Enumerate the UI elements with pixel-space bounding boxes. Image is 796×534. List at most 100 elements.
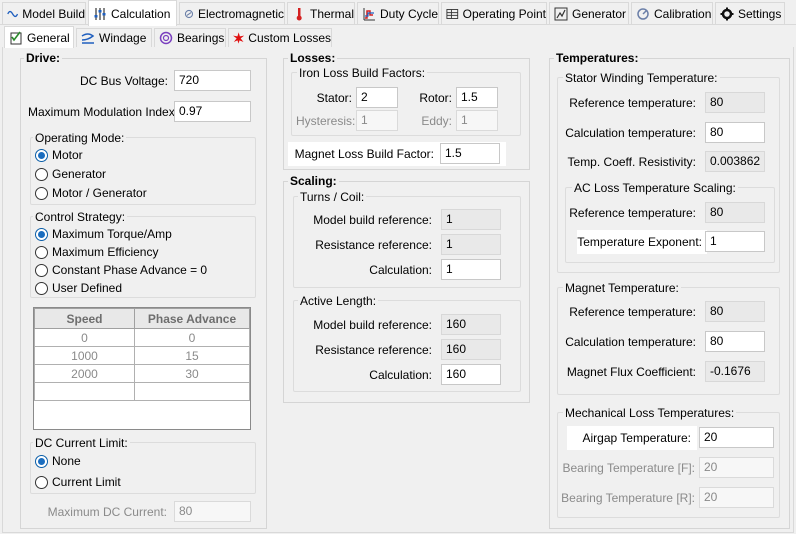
generator-icon (554, 7, 568, 20)
tab-label: Settings (738, 6, 782, 21)
tab-duty-cycle[interactable]: Duty Cycle (357, 2, 439, 24)
tab-generator[interactable]: Generator (549, 2, 629, 24)
mg-reference-value: 80 (705, 301, 765, 322)
subtab-general[interactable]: General (4, 26, 74, 48)
turns-model-value: 1 (441, 209, 501, 230)
iron-loss-title: Iron Loss Build Factors: (297, 66, 428, 80)
stator-winding-title: Stator Winding Temperature: (563, 71, 720, 85)
ac-exponent-label: Temperature Exponent: (577, 235, 702, 249)
losses-title: Losses: (288, 51, 338, 65)
scaling-title: Scaling: (288, 174, 339, 188)
table-cell[interactable]: 30 (134, 364, 250, 383)
sliders-icon (94, 7, 106, 20)
subtab-label: Windage (99, 31, 147, 45)
table-row[interactable]: 1000 15 (34, 346, 250, 365)
active-length-title: Active Length: (298, 294, 379, 308)
table-cell[interactable] (34, 382, 135, 401)
column-header-phase-advance: Phase Advance (134, 308, 250, 329)
subtab-label: General (27, 30, 70, 45)
radio-indicator (35, 281, 48, 295)
active-resistance-value: 160 (441, 339, 501, 360)
gear-icon (720, 7, 734, 20)
radio-indicator (35, 167, 48, 181)
subtab-bearings[interactable]: Bearings (154, 28, 226, 47)
radio-none[interactable]: None (35, 454, 81, 468)
radio-max-efficiency[interactable]: Maximum Efficiency (35, 245, 158, 259)
table-cell[interactable]: 2000 (34, 364, 135, 383)
ac-reference-value: 80 (705, 202, 765, 223)
hysteresis-input[interactable]: 1 (356, 110, 398, 131)
bearing-rear-input[interactable]: 20 (699, 487, 774, 508)
tab-label: Duty Cycle (379, 6, 438, 21)
radio-constant-phase-advance[interactable]: Constant Phase Advance = 0 (35, 263, 207, 277)
duty-cycle-icon (363, 7, 375, 20)
phase-advance-table: Speed Phase Advance 0 0 1000 15 2000 30 (34, 308, 250, 401)
table-cell[interactable]: 0 (34, 328, 135, 347)
radio-label: Generator (52, 167, 107, 181)
tab-operating-point[interactable]: Operating Point (441, 2, 547, 24)
table-cell[interactable]: 0 (134, 328, 250, 347)
tab-label: Operating Point (462, 6, 546, 21)
bearing-front-label: Bearing Temperature [F]: (562, 461, 695, 475)
subtab-label: Custom Losses (248, 31, 331, 45)
table-row[interactable]: 0 0 (34, 328, 250, 347)
eddy-input[interactable]: 1 (456, 110, 498, 131)
temperatures-title: Temperatures: (554, 51, 641, 65)
radio-label: Maximum Efficiency (52, 245, 159, 259)
magnet-temperature-title: Magnet Temperature: (563, 281, 681, 295)
airgap-label: Airgap Temperature: (582, 431, 691, 445)
mg-calculation-input[interactable]: 80 (705, 331, 765, 352)
hysteresis-label: Hysteresis: (296, 114, 356, 128)
tab-electromagnetic[interactable]: Electromagnetic (179, 2, 285, 24)
magnet-loss-input[interactable]: 1.5 (440, 143, 500, 164)
radio-motor[interactable]: Motor (35, 148, 83, 162)
table-row-empty[interactable] (34, 382, 250, 401)
table-cell[interactable]: 1000 (34, 346, 135, 365)
stator-factor-input[interactable]: 2 (356, 87, 398, 108)
table-row[interactable]: 2000 30 (34, 364, 250, 383)
radio-label: None (52, 454, 81, 468)
radio-current-limit[interactable]: Current Limit (35, 475, 121, 489)
turns-model-label: Model build reference: (313, 213, 432, 227)
sw-calculation-input[interactable]: 80 (705, 122, 765, 143)
tab-calculation[interactable]: Calculation (88, 0, 177, 26)
tab-label: Electromagnetic (197, 6, 284, 21)
subtab-custom-losses[interactable]: Custom Losses (228, 28, 332, 47)
radio-user-defined[interactable]: User Defined (35, 281, 122, 295)
column-header-speed: Speed (34, 308, 135, 329)
active-resistance-label: Resistance reference: (315, 343, 432, 357)
rotor-factor-input[interactable]: 1.5 (456, 87, 498, 108)
radio-max-torque-amp[interactable]: Maximum Torque/Amp (35, 227, 172, 241)
turns-calculation-label: Calculation: (369, 263, 432, 277)
bearing-rear-label: Bearing Temperature [R]: (561, 491, 695, 505)
tab-calibration[interactable]: Calibration (631, 2, 713, 24)
tab-label: Thermal (309, 6, 354, 21)
table-cell[interactable] (134, 382, 250, 401)
control-strategy-title: Control Strategy: (33, 210, 128, 224)
sw-reference-value: 80 (705, 92, 765, 113)
airgap-input[interactable]: 20 (699, 427, 774, 448)
drive-title: Drive: (24, 51, 63, 65)
tab-label: Calibration (654, 6, 712, 21)
tab-settings[interactable]: Settings (715, 2, 785, 24)
dc-current-limit-title: DC Current Limit: (33, 436, 130, 450)
magnet-icon (184, 9, 194, 18)
max-dc-current-input[interactable]: 80 (174, 501, 251, 522)
table-cell[interactable]: 15 (134, 346, 250, 365)
radio-label: Motor / Generator (52, 186, 147, 200)
bearing-front-input[interactable]: 20 (699, 457, 774, 478)
active-calculation-input[interactable]: 160 (441, 364, 501, 385)
radio-generator[interactable]: Generator (35, 167, 106, 181)
dc-bus-voltage-input[interactable]: 720 (174, 70, 251, 91)
tab-model-build[interactable]: Model Build (2, 2, 86, 24)
ac-exponent-input[interactable]: 1 (705, 231, 765, 252)
turns-calculation-input[interactable]: 1 (441, 259, 501, 280)
mechanical-loss-title: Mechanical Loss Temperatures: (563, 406, 737, 420)
max-modulation-input[interactable]: 0.97 (174, 101, 251, 122)
mg-reference-label: Reference temperature: (569, 305, 696, 319)
radio-motor-generator[interactable]: Motor / Generator (35, 186, 147, 200)
tab-thermal[interactable]: Thermal (287, 2, 355, 24)
bearing-icon (159, 31, 173, 45)
tab-label: Model Build (22, 6, 85, 21)
subtab-windage[interactable]: Windage (76, 28, 152, 47)
